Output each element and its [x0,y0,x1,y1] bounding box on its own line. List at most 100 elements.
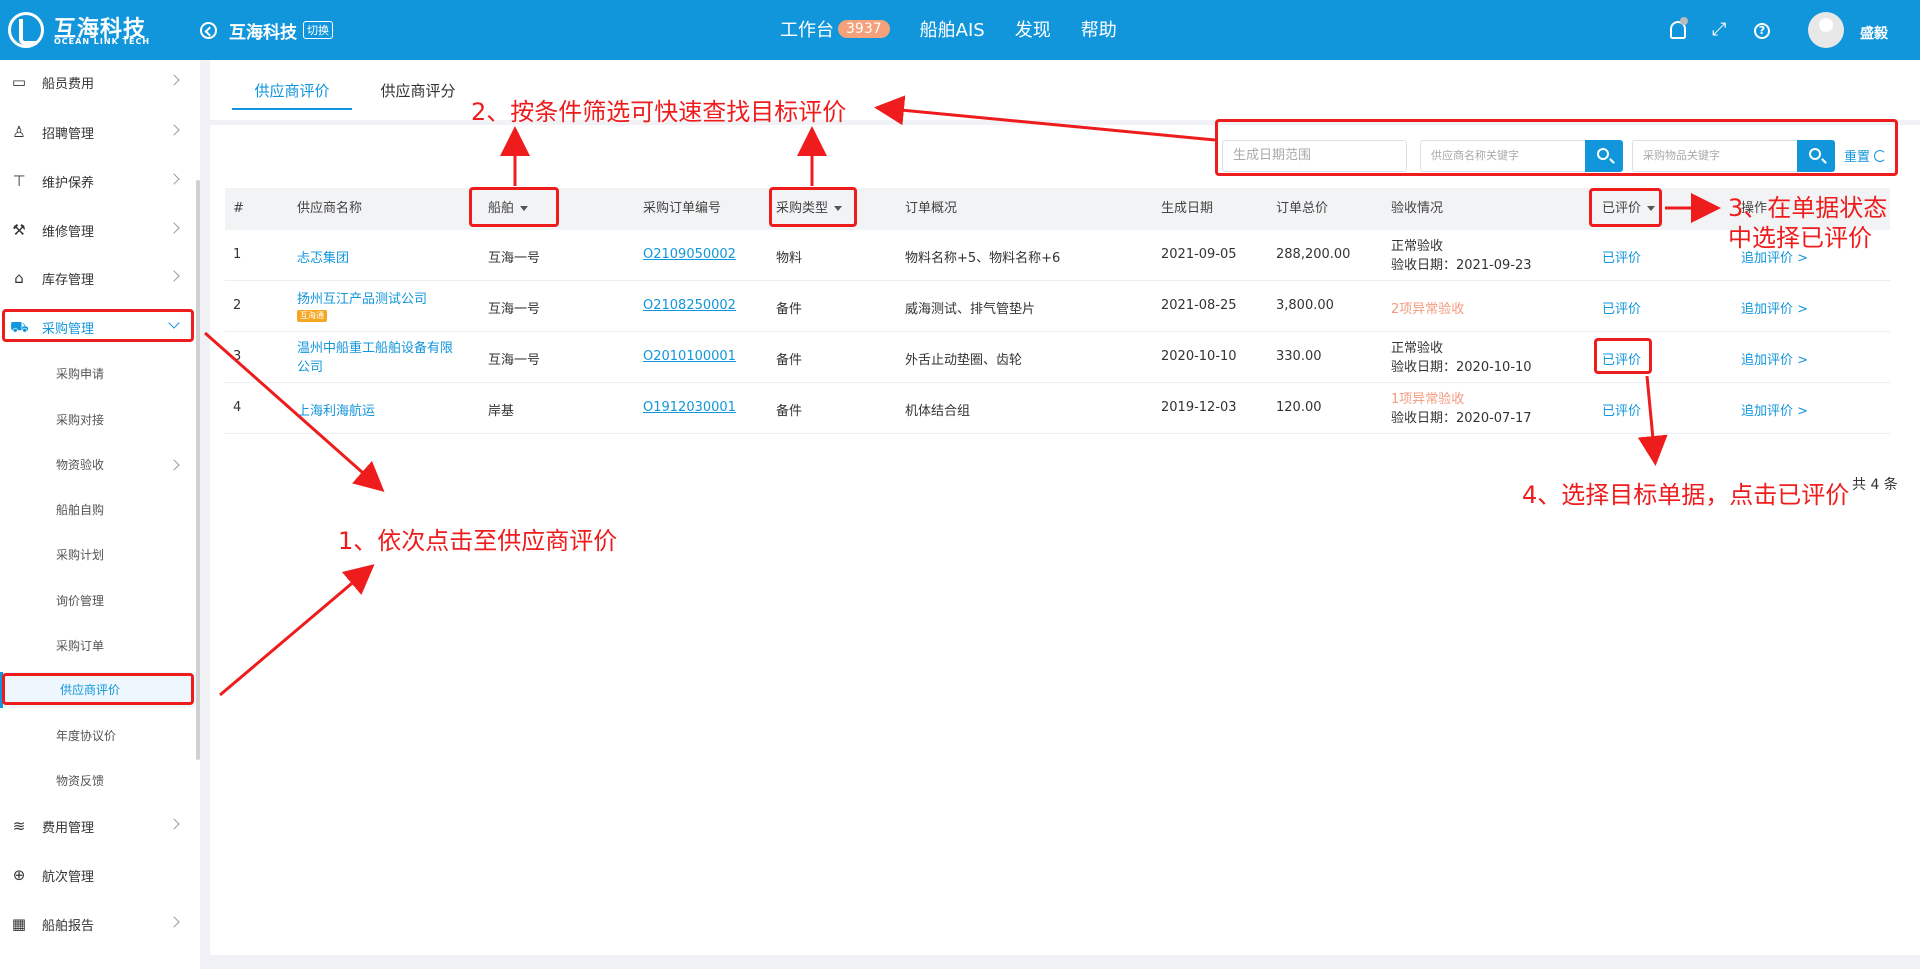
check-cell: 正常验收 验收日期：2021-09-23 [1391,237,1532,275]
sidebar-item-crew-expense[interactable]: ▭ 船员费用 [0,62,196,102]
nav-help[interactable]: 帮助 [1081,16,1117,42]
ship-cell: 互海一号 [488,251,541,266]
globe-icon: ⊕ [12,866,26,884]
nav-ship-ais[interactable]: 船舶AIS [920,16,985,42]
back-icon[interactable] [200,21,217,39]
order-no-link[interactable]: O2109050002 [643,247,736,262]
nav-workbench-label: 工作台 [780,20,834,41]
nav-discover[interactable]: 发现 [1015,16,1051,42]
annotation-step3-line: 中选择已评价 [1728,224,1872,252]
sidebar-sub-purchase-order[interactable]: 采购订单 [0,628,196,664]
sidebar-item-label: 费用管理 [42,820,95,836]
sidebar-sub-purchase-plan[interactable]: 采购计划 [0,537,196,573]
highlight-filters [1215,119,1898,176]
username[interactable]: 盛毅 [1860,23,1888,43]
order-no-link[interactable]: O2108250002 [643,298,736,313]
evaluated-link[interactable]: 已评价 [1602,400,1641,419]
sidebar: ▭ 船员费用 ♙ 招聘管理 ⊤ 维护保养 ⚒ 维修管理 ⌂ 库存管理 ⛟ 采购管… [0,60,200,969]
check-cell: 1项异常验收 验收日期：2020-07-17 [1391,390,1532,428]
sidebar-item-recruitment[interactable]: ♙ 招聘管理 [0,112,196,152]
sidebar-item-label: 维修管理 [42,224,95,240]
evaluated-link[interactable]: 已评价 [1602,247,1641,266]
sidebar-sub-inquiry[interactable]: 询价管理 [0,583,196,619]
sidebar-sub-purchase-request[interactable]: 采购申请 [0,356,196,392]
tab-supplier-score[interactable]: 供应商评分 [358,80,478,110]
switch-button[interactable]: 切换 [303,21,333,39]
avatar[interactable] [1808,12,1844,48]
sidebar-item-repair[interactable]: ⚒ 维修管理 [0,210,196,250]
company-switcher[interactable]: 互海科技 切换 [200,17,333,43]
check-status: 2项异常验收 [1391,302,1465,317]
help-button[interactable]: ? [1754,21,1778,45]
sidebar-sub-material-acceptance[interactable]: 物资验收 [0,447,196,483]
sidebar-sub-material-feedback[interactable]: 物资反馈 [0,763,196,799]
check-status: 正常验收 [1391,341,1444,356]
check-status: 正常验收 [1391,239,1444,254]
add-evaluation-link[interactable]: 追加评价 > [1741,298,1808,317]
summary-cell: 物料名称+5、物料名称+6 [905,251,1061,266]
fullscreen-icon[interactable] [1710,19,1734,45]
nav-workbench[interactable]: 工作台 3937 [780,16,890,42]
chevron-right-icon [168,173,180,185]
order-no-link[interactable]: O1912030001 [643,400,736,415]
annotation-step3-line: 3、在单据状态 [1728,194,1888,222]
total-cell: 330.00 [1276,349,1322,364]
supplier-link[interactable]: 上海利海航运 [297,400,375,419]
notification-button[interactable] [1666,17,1690,45]
type-cell: 物料 [776,251,803,266]
company-name: 互海科技 [229,22,297,43]
chevron-right-icon [168,222,180,234]
chevron-right-icon [168,124,180,136]
sidebar-item-maintenance[interactable]: ⊤ 维护保养 [0,161,196,201]
type-cell: 备件 [776,353,803,368]
table-row: 1 忐忑集团 互海一号 O2109050002 物料 物料名称+5、物料名称+6… [225,230,1890,281]
chevron-right-icon [168,270,180,282]
logo[interactable]: 互海科技 OCEAN LINK TECH [8,10,158,50]
sidebar-sub-label: 物资验收 [56,458,105,472]
order-no-link[interactable]: O2010100001 [643,349,736,364]
sidebar-item-label: 船员费用 [42,76,95,92]
row-index: 4 [233,400,242,415]
sidebar-scrollbar[interactable] [196,180,200,760]
sidebar-item-voyage[interactable]: ⊕ 航次管理 [0,855,196,895]
check-date: 验收日期：2020-10-10 [1391,360,1532,375]
date-cell: 2019-12-03 [1161,400,1237,415]
sidebar-item-inventory[interactable]: ⌂ 库存管理 [0,258,196,298]
supplier-link[interactable]: 忐忑集团 [297,247,349,266]
calendar-icon: ▦ [11,915,27,933]
highlight-ship-column [469,187,559,227]
evaluated-link[interactable]: 已评价 [1602,298,1641,317]
top-icons: ? 盛毅 [1666,12,1888,48]
sidebar-item-label: 库存管理 [42,272,95,288]
check-cell: 正常验收 验收日期：2020-10-10 [1391,339,1532,377]
supplier-tag: 互海通 [297,310,327,322]
sidebar-item-ship-report[interactable]: ▦ 船舶报告 [0,904,196,944]
date-cell: 2020-10-10 [1161,349,1237,364]
supplier-link[interactable]: 扬州互江产品测试公司 [297,288,427,307]
tabs-bar: 供应商评价 供应商评分 [210,60,1920,120]
wallet-icon: ▭ [11,73,27,91]
sidebar-sub-annual-price[interactable]: 年度协议价 [0,718,196,754]
sidebar-sub-self-purchase[interactable]: 船舶自购 [0,492,196,528]
row-index: 2 [233,298,242,313]
annotation-step1: 1、依次点击至供应商评价 [338,527,618,555]
summary-cell: 机体结合组 [905,404,971,419]
sidebar-item-expense[interactable]: ≋ 费用管理 [0,806,196,846]
workbench-badge: 3937 [838,20,890,38]
tab-supplier-evaluation[interactable]: 供应商评价 [232,80,352,110]
add-evaluation-link[interactable]: 追加评价 > [1741,349,1808,368]
supplier-link[interactable]: 温州中船重工船舶设备有限 公司 [297,339,453,377]
warehouse-icon: ⌂ [14,269,24,287]
table-row: 2 扬州互江产品测试公司 互海通 互海一号 O2108250002 备件 威海测… [225,281,1890,332]
check-status: 1项异常验收 [1391,392,1465,407]
sidebar-item-label: 航次管理 [42,869,95,885]
add-evaluation-link[interactable]: 追加评价 > [1741,400,1808,419]
highlight-type-column [769,187,857,227]
summary-cell: 外舌止动垫圈、齿轮 [905,353,1023,368]
total-cell: 120.00 [1276,400,1322,415]
chevron-right-icon [168,818,180,830]
sidebar-item-label: 招聘管理 [42,126,95,142]
wrench-icon: ⊤ [12,172,26,190]
sidebar-sub-purchase-docking[interactable]: 采购对接 [0,402,196,438]
check-date: 验收日期：2020-07-17 [1391,411,1532,426]
